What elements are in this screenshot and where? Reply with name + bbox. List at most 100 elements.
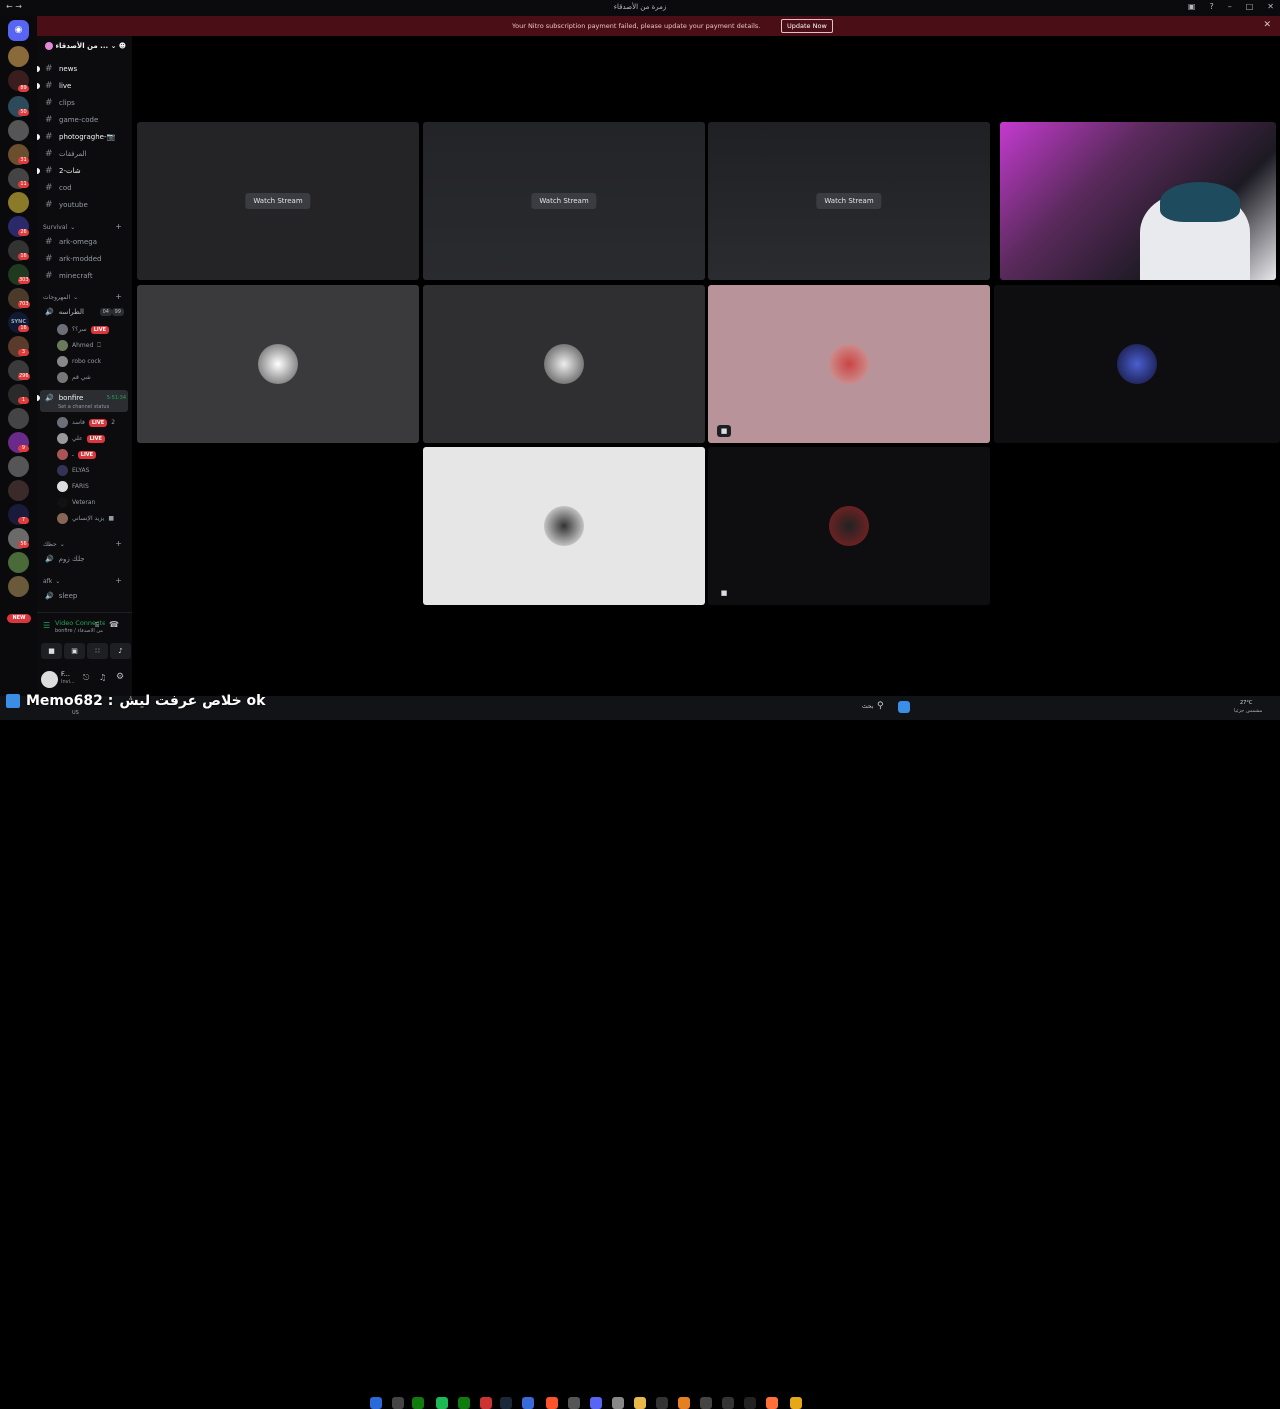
voice-user[interactable]: robo cock [57,355,101,368]
app-icon[interactable] [656,1397,668,1409]
xbox-icon[interactable] [458,1397,470,1409]
channel-live[interactable]: # live [36,79,71,93]
steam-icon[interactable] [500,1397,512,1409]
maximize-icon[interactable]: □ [1246,2,1254,11]
screen-share-button[interactable]: ▣ [64,643,85,659]
channel-youtube[interactable]: # youtube [45,198,88,212]
connection-channel[interactable]: bonfire / من الأصدقاء [55,628,110,634]
participant-tile[interactable] [994,285,1280,443]
server-icon[interactable] [8,46,29,67]
voice-channel-bonfire[interactable]: 🔊 bonfire [36,391,83,405]
activities-button[interactable]: ∷ [87,643,108,659]
channel-news[interactable]: # news [36,62,77,76]
app-icon[interactable] [480,1397,492,1409]
headphones-icon[interactable]: ♫ [99,673,106,682]
noise-suppression-icon[interactable]: ⌸ [95,621,99,630]
participant-tile[interactable] [137,285,419,443]
voice-channel-sleep[interactable]: 🔊 sleep [45,589,77,603]
server-icon[interactable] [8,552,29,573]
participant-tile[interactable]: ■ [708,447,990,605]
voice-channel-main[interactable]: 🔊 الطراسه [45,305,84,319]
search-icon[interactable]: ⚲ [877,701,884,711]
language-indicator[interactable]: US [72,710,79,716]
watch-stream-button[interactable]: Watch Stream [816,193,882,209]
camera-tile[interactable] [1000,122,1276,280]
watch-stream-button[interactable]: Watch Stream [245,193,311,209]
add-channel-icon[interactable]: + [115,222,122,231]
app-icon[interactable] [522,1397,534,1409]
channel-ark-modded[interactable]: # ark-modded [45,252,102,266]
settings-gear-icon[interactable]: ⚙ [116,672,124,682]
folder-icon[interactable] [634,1397,646,1409]
voice-user[interactable]: Ahmed ⎕ [57,339,101,352]
server-icon[interactable] [8,192,29,213]
disconnect-icon[interactable]: ☎ [109,620,119,629]
participant-tile[interactable] [423,285,705,443]
server-header[interactable]: من الأصدقاء ... ⌄ ☻ [45,42,126,54]
add-member-icon[interactable]: ☻ [119,42,126,50]
voice-user[interactable]: شي قم [57,371,91,384]
voice-user[interactable]: ELYAS [57,464,89,477]
brave-icon[interactable] [546,1397,558,1409]
stream-tile[interactable]: Watch Stream [708,122,990,280]
channel-minecraft[interactable]: # minecraft [45,269,93,283]
help-icon[interactable]: ? [1209,2,1213,11]
participant-tile[interactable] [423,447,705,605]
channel-attachments[interactable]: # المرفقات [45,147,87,161]
watch-stream-button[interactable]: Watch Stream [531,193,597,209]
add-channel-icon[interactable]: + [115,539,122,548]
voice-user[interactable]: سر؟؟ LIVE [57,323,110,336]
windows-start-icon[interactable] [898,701,910,713]
server-icon[interactable] [8,408,29,429]
app-icon[interactable] [744,1397,756,1409]
banner-close-icon[interactable]: ✕ [1263,20,1271,30]
spotify-icon[interactable] [436,1397,448,1409]
start-icon[interactable] [370,1397,382,1409]
discord-icon[interactable] [590,1397,602,1409]
app-icon[interactable] [678,1397,690,1409]
participant-tile[interactable]: ■ [708,285,990,443]
add-channel-icon[interactable]: + [115,576,122,585]
app-icon[interactable] [790,1397,802,1409]
voice-user[interactable]: FARIS [57,480,89,493]
channel-cod[interactable]: # cod [45,181,72,195]
server-icon[interactable] [8,480,29,501]
xbox-icon[interactable] [412,1397,424,1409]
server-icon[interactable] [8,456,29,477]
minimize-icon[interactable]: – [1228,2,1232,11]
voice-user[interactable]: Veteran [57,496,95,509]
app-icon[interactable] [568,1397,580,1409]
channel-photograghe[interactable]: # photograghe-📷 [36,130,115,144]
camera-toggle-button[interactable]: ■ [41,643,62,659]
server-icon[interactable] [8,120,29,141]
app-icon[interactable] [700,1397,712,1409]
stream-tile[interactable]: Watch Stream [423,122,705,280]
search-label[interactable]: بحث [862,703,873,710]
channel-game-code[interactable]: # game-code [45,113,98,127]
stream-tile[interactable]: Watch Stream [137,122,419,280]
voice-user[interactable]: ـ LIVE [57,448,97,461]
firefox-icon[interactable] [766,1397,778,1409]
channel-chat-2[interactable]: # شات-2 [37,164,81,178]
close-icon[interactable]: ✕ [1267,2,1274,11]
app-icon[interactable] [392,1397,404,1409]
category-voice[interactable]: المهروجات ⌄ [43,294,78,301]
channel-status[interactable]: Set a channel status [58,404,109,410]
category-afk[interactable]: afk ⌄ [43,578,60,585]
category-survival[interactable]: Survival ⌄ [43,224,75,231]
app-icon[interactable] [612,1397,624,1409]
microphone-icon[interactable]: ⎋ [83,673,89,683]
server-icon[interactable] [8,576,29,597]
channel-ark-omega[interactable]: # ark-omega [45,235,97,249]
channel-clips[interactable]: # clips [45,96,75,110]
category-hangout[interactable]: حظك ⌄ [43,541,65,548]
add-channel-icon[interactable]: + [115,292,122,301]
discord-home-icon[interactable]: ◉ [8,20,29,41]
voice-user[interactable]: فاسد LIVE 2 [57,416,115,429]
voice-user[interactable]: علي LIVE [57,432,105,445]
voice-user[interactable]: يزيد الإنساني ■ [57,512,114,525]
inbox-icon[interactable]: ▣ [1188,2,1196,11]
user-avatar[interactable] [41,671,58,688]
update-now-button[interactable]: Update Now [781,19,833,33]
soundboard-button[interactable]: ♪ [110,643,131,659]
